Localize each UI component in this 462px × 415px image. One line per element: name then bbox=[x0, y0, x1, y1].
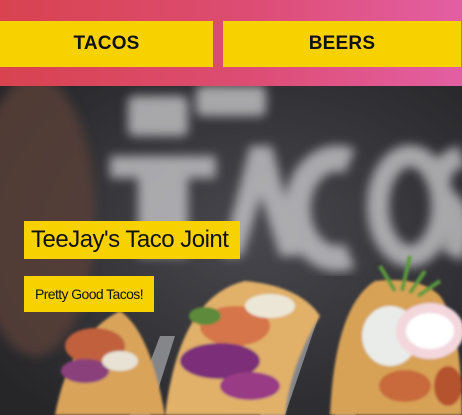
header-bar: TACOS BEERS bbox=[0, 0, 462, 86]
nav-tacos-button[interactable]: TACOS bbox=[0, 21, 213, 67]
nav-beers-button[interactable]: BEERS bbox=[223, 21, 461, 67]
hero-section: TeeJay's Taco Joint Pretty Good Tacos! bbox=[0, 86, 462, 415]
pretty-good-tacos-button[interactable]: Pretty Good Tacos! bbox=[24, 276, 154, 312]
hero-title: TeeJay's Taco Joint bbox=[24, 221, 241, 259]
